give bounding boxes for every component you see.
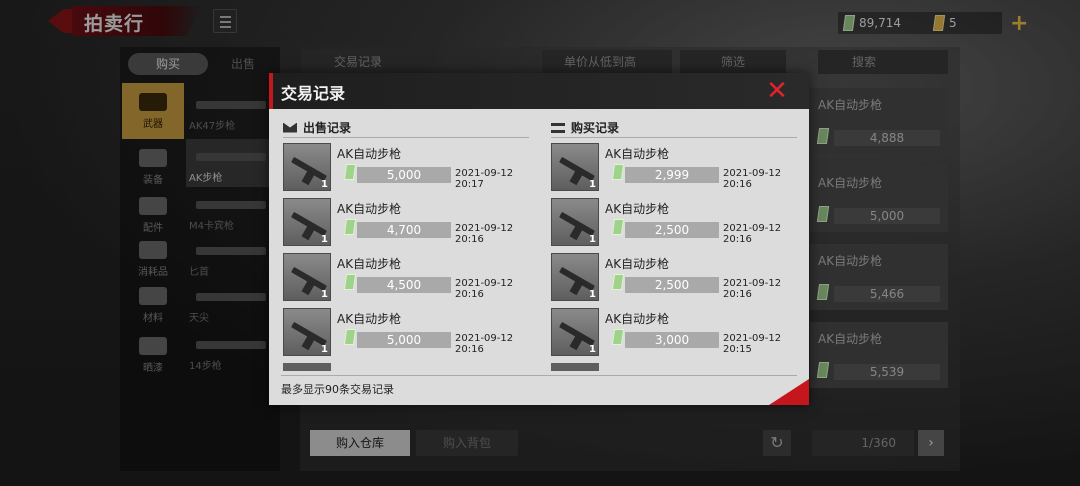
sell-record-row: 1 AK自动步枪 4,500 2021-09-12 20:16: [283, 253, 529, 303]
record-item-name: AK自动步枪: [337, 202, 402, 216]
cash-icon: [611, 164, 625, 180]
record-time: 2021-09-12 20:16: [723, 168, 782, 190]
ak-rifle-thumbnail: 1: [551, 308, 599, 356]
cash-icon: [611, 274, 625, 290]
list-icon: [551, 122, 565, 133]
corner-accent: [769, 379, 809, 405]
buy-header-label: 购买记录: [571, 121, 620, 135]
ak-rifle-thumbnail: 1: [283, 143, 331, 191]
item-quantity: 1: [589, 344, 596, 355]
record-item-name: AK自动步枪: [605, 257, 670, 271]
record-price: 2,500: [625, 222, 719, 238]
close-button[interactable]: ✕: [763, 78, 791, 104]
footer-divider: [281, 375, 797, 376]
ak-rifle-thumbnail: 1: [551, 198, 599, 246]
record-item-name: AK自动步枪: [337, 257, 402, 271]
record-item-name: AK自动步枪: [337, 147, 402, 161]
ak-rifle-thumbnail: 1: [283, 308, 331, 356]
item-quantity: 1: [321, 234, 328, 245]
buy-record-row: 1 AK自动步枪 2,999 2021-09-12 20:16: [551, 143, 797, 193]
record-price: 5,000: [357, 332, 451, 348]
sell-record-row: 1 AK自动步枪 4,700 2021-09-12 20:16: [283, 198, 529, 248]
buy-record-row: 1 AK自动步枪 2,500 2021-09-12 20:16: [551, 198, 797, 248]
cash-icon: [611, 219, 625, 235]
record-item-name: AK自动步枪: [605, 147, 670, 161]
item-quantity: 1: [589, 179, 596, 190]
header-accent: [269, 73, 273, 109]
cash-icon: [343, 329, 357, 345]
item-quantity: 1: [321, 289, 328, 300]
record-time: 2021-09-12 20:15: [723, 333, 782, 355]
record-time: 2021-09-12 20:16: [455, 333, 514, 355]
ak-rifle-thumbnail: 1: [283, 253, 331, 301]
record-price: 2,500: [625, 277, 719, 293]
item-quantity: 1: [589, 289, 596, 300]
record-time: 2021-09-12 20:16: [455, 223, 514, 245]
ak-rifle-thumbnail: 1: [283, 198, 331, 246]
partial-record-thumbnail: [551, 363, 599, 371]
buy-record-row: 1 AK自动步枪 2,500 2021-09-12 20:16: [551, 253, 797, 303]
record-time: 2021-09-12 20:16: [723, 278, 782, 300]
record-price: 4,500: [357, 277, 451, 293]
trade-record-modal: 交易记录 ✕ 出售记录 购买记录 1 AK自动步枪 5,000 2021-09-…: [269, 73, 809, 405]
sell-record-row: 1 AK自动步枪 5,000 2021-09-12 20:17: [283, 143, 529, 193]
cash-icon: [611, 329, 625, 345]
ak-rifle-thumbnail: 1: [551, 143, 599, 191]
partial-record-thumbnail: [283, 363, 331, 371]
record-time: 2021-09-12 20:17: [455, 168, 514, 190]
sell-record-row: 1 AK自动步枪 5,000 2021-09-12 20:16: [283, 308, 529, 358]
mail-icon: [283, 122, 297, 133]
divider: [551, 137, 797, 138]
item-quantity: 1: [589, 234, 596, 245]
record-price: 5,000: [357, 167, 451, 183]
footer-note: 最多显示90条交易记录: [281, 383, 394, 396]
record-time: 2021-09-12 20:16: [455, 278, 514, 300]
cash-icon: [343, 274, 357, 290]
buy-record-row: 1 AK自动步枪 3,000 2021-09-12 20:15: [551, 308, 797, 358]
cash-icon: [343, 219, 357, 235]
record-price: 4,700: [357, 222, 451, 238]
sell-records-header: 出售记录: [283, 119, 351, 136]
ak-rifle-thumbnail: 1: [551, 253, 599, 301]
divider: [283, 137, 529, 138]
record-price: 2,999: [625, 167, 719, 183]
modal-title: 交易记录: [281, 84, 346, 103]
cash-icon: [343, 164, 357, 180]
buy-records-header: 购买记录: [551, 119, 619, 136]
item-quantity: 1: [321, 179, 328, 190]
sell-header-label: 出售记录: [303, 121, 352, 135]
record-item-name: AK自动步枪: [605, 202, 670, 216]
record-item-name: AK自动步枪: [605, 312, 670, 326]
record-price: 3,000: [625, 332, 719, 348]
record-time: 2021-09-12 20:16: [723, 223, 782, 245]
item-quantity: 1: [321, 344, 328, 355]
record-item-name: AK自动步枪: [337, 312, 402, 326]
modal-header: 交易记录 ✕: [269, 73, 809, 109]
